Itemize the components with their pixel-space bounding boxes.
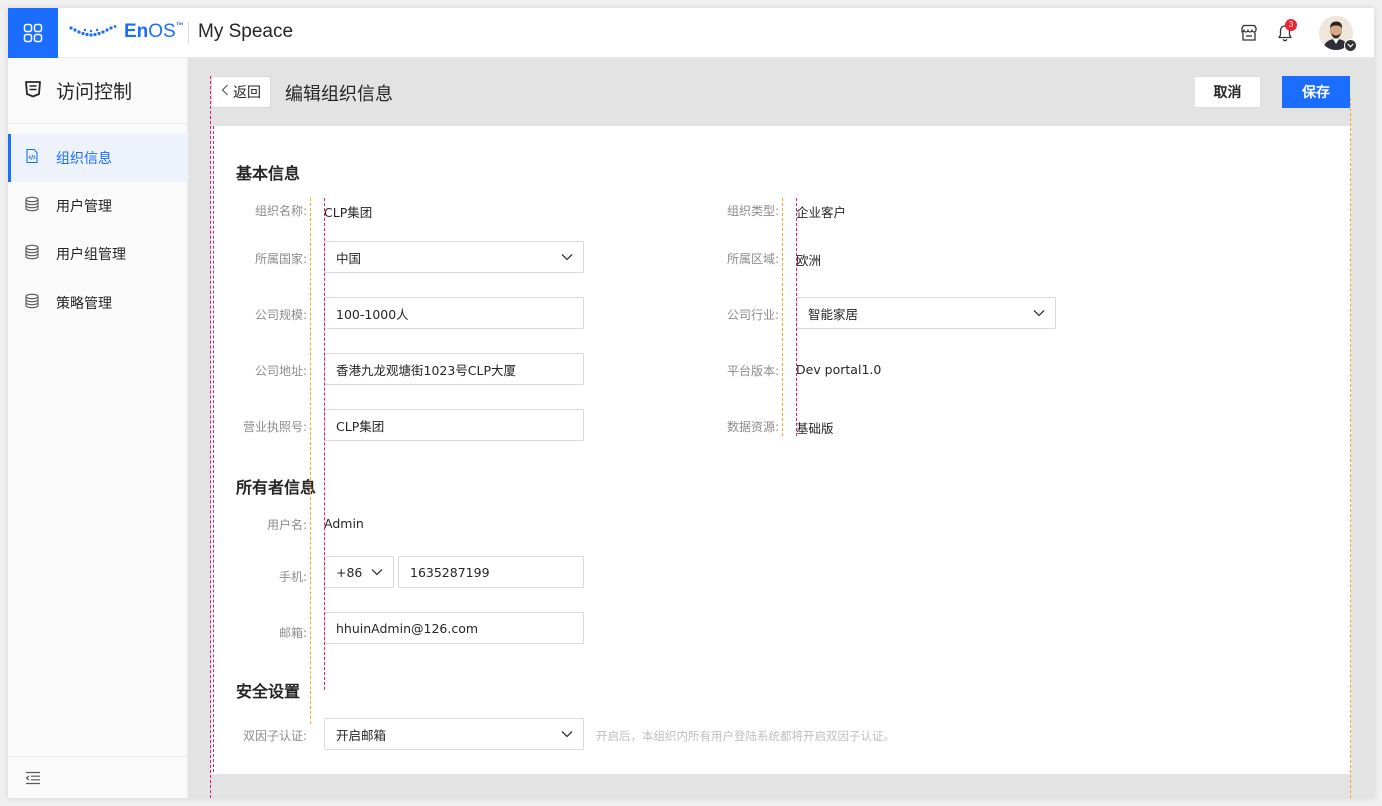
section-title-owner-info: 所有者信息 [236,478,317,497]
scale-label: 公司规模: [254,308,307,322]
save-button[interactable]: 保存 [1282,76,1350,108]
logo-dots-icon [69,25,117,37]
database-icon [24,196,40,216]
industry-select[interactable]: 智能家居 [796,297,1056,329]
phone-code-select[interactable]: +86 [324,556,394,588]
username-label: 用户名: [266,518,307,532]
phone-code-value: +86 [336,564,363,580]
guide-line [1350,98,1351,798]
email-input-value: hhuinAdmin@126.com [336,620,479,636]
username-value: Admin [324,516,364,531]
address-input-value: 香港九龙观塘街1023号CLP大厦 [336,362,517,378]
sidebar-item-org-info[interactable]: 组织信息 [8,134,188,182]
resource-value: 基础版 [796,421,834,436]
store-icon[interactable] [1238,22,1260,44]
section-title-basic-info: 基本信息 [236,164,301,183]
code-file-icon [24,148,40,168]
country-select-value: 中国 [336,250,362,266]
top-header: EnOS™ My Speace 3 [8,8,1374,58]
guide-line [796,198,797,436]
guide-line [324,198,325,690]
chevron-down-icon [561,251,573,266]
sidebar-item-label: 用户管理 [56,199,112,215]
country-select[interactable]: 中国 [324,241,584,273]
sidebar-item-label: 用户组管理 [56,247,126,263]
database-icon [24,244,40,264]
org-name-value: CLP集团 [324,205,373,220]
guide-line [213,126,214,772]
page-title: 编辑组织信息 [285,84,393,105]
phone-label: 手机: [278,570,307,584]
bell-icon[interactable]: 3 [1274,19,1297,44]
content-area: 返回 编辑组织信息 取消 保存 基本信息 组织名称: CLP集团 组织类型: 企… [188,58,1374,798]
edit-form-card: 基本信息 组织名称: CLP集团 组织类型: 企业客户 所属国家: 中国 所属区… [211,126,1351,774]
collapse-menu-icon[interactable] [8,756,188,798]
sidebar-item-user-management[interactable]: 用户管理 [8,182,188,230]
two-factor-select-value: 开启邮箱 [336,727,387,743]
sidebar-item-label: 组织信息 [56,151,112,167]
phone-input[interactable]: 1635287199 [398,556,584,588]
sidebar-title: 访问控制 [56,81,133,103]
industry-select-value: 智能家居 [808,306,859,322]
license-input-value: CLP集团 [336,418,385,434]
sidebar-header: 访问控制 [8,58,188,124]
address-label: 公司地址: [254,364,307,378]
email-label: 邮箱: [278,626,307,640]
org-type-value: 企业客户 [796,205,847,220]
chevron-left-icon [221,84,229,100]
space-title: My Speace [198,21,294,42]
back-button[interactable]: 返回 [211,76,271,108]
avatar[interactable] [1319,16,1357,52]
phone-input-value: 1635287199 [410,564,490,580]
logo-text: EnOS™ [124,21,184,42]
two-factor-label: 双因子认证: [242,729,307,743]
chevron-down-icon [1033,307,1045,322]
guide-line [310,198,311,724]
page-bar: 返回 编辑组织信息 取消 保存 [188,58,1374,126]
two-factor-select[interactable]: 开启邮箱 [324,718,584,750]
sidebar: 访问控制 组织信息 用户管理 用户组管理 策略管理 [8,58,188,798]
back-label: 返回 [233,85,261,101]
app-grid-icon[interactable] [8,8,58,58]
resource-label: 数据资源: [726,420,779,434]
chevron-down-icon [1344,39,1357,52]
two-factor-hint: 开启后，本组织内所有用户登陆系统都将开启双因子认证。 [596,729,895,743]
industry-label: 公司行业: [726,308,779,322]
chevron-down-icon [561,728,573,743]
platform-value: Dev portal1.0 [796,362,882,377]
email-input[interactable]: hhuinAdmin@126.com [324,612,584,644]
scale-input[interactable]: 100-1000人 [324,297,584,329]
notification-badge: 3 [1285,19,1297,31]
org-name-label: 组织名称: [254,204,307,218]
scale-input-value: 100-1000人 [336,306,409,322]
section-title-security: 安全设置 [236,682,301,701]
region-label: 所属区域: [726,252,779,266]
cancel-button[interactable]: 取消 [1194,76,1261,108]
sidebar-item-label: 策略管理 [56,296,112,312]
platform-label: 平台版本: [726,364,779,378]
guide-line [782,198,783,436]
sidebar-item-policy-management[interactable]: 策略管理 [8,279,188,327]
shield-icon [24,80,42,102]
license-input[interactable]: CLP集团 [324,409,584,441]
header-divider [188,22,189,44]
database-icon [24,293,40,313]
license-label: 营业执照号: [242,420,307,434]
chevron-down-icon [371,566,383,581]
guide-line [210,76,211,798]
org-type-label: 组织类型: [726,204,779,218]
region-value: 欧洲 [796,253,822,268]
app-window: EnOS™ My Speace 3 访问控制 组织信息 用户管理 用户组管理 策… [8,8,1374,798]
address-input[interactable]: 香港九龙观塘街1023号CLP大厦 [324,353,584,385]
country-label: 所属国家: [254,252,307,266]
sidebar-item-user-group-management[interactable]: 用户组管理 [8,230,188,278]
enos-logo[interactable]: EnOS™ [68,21,184,43]
